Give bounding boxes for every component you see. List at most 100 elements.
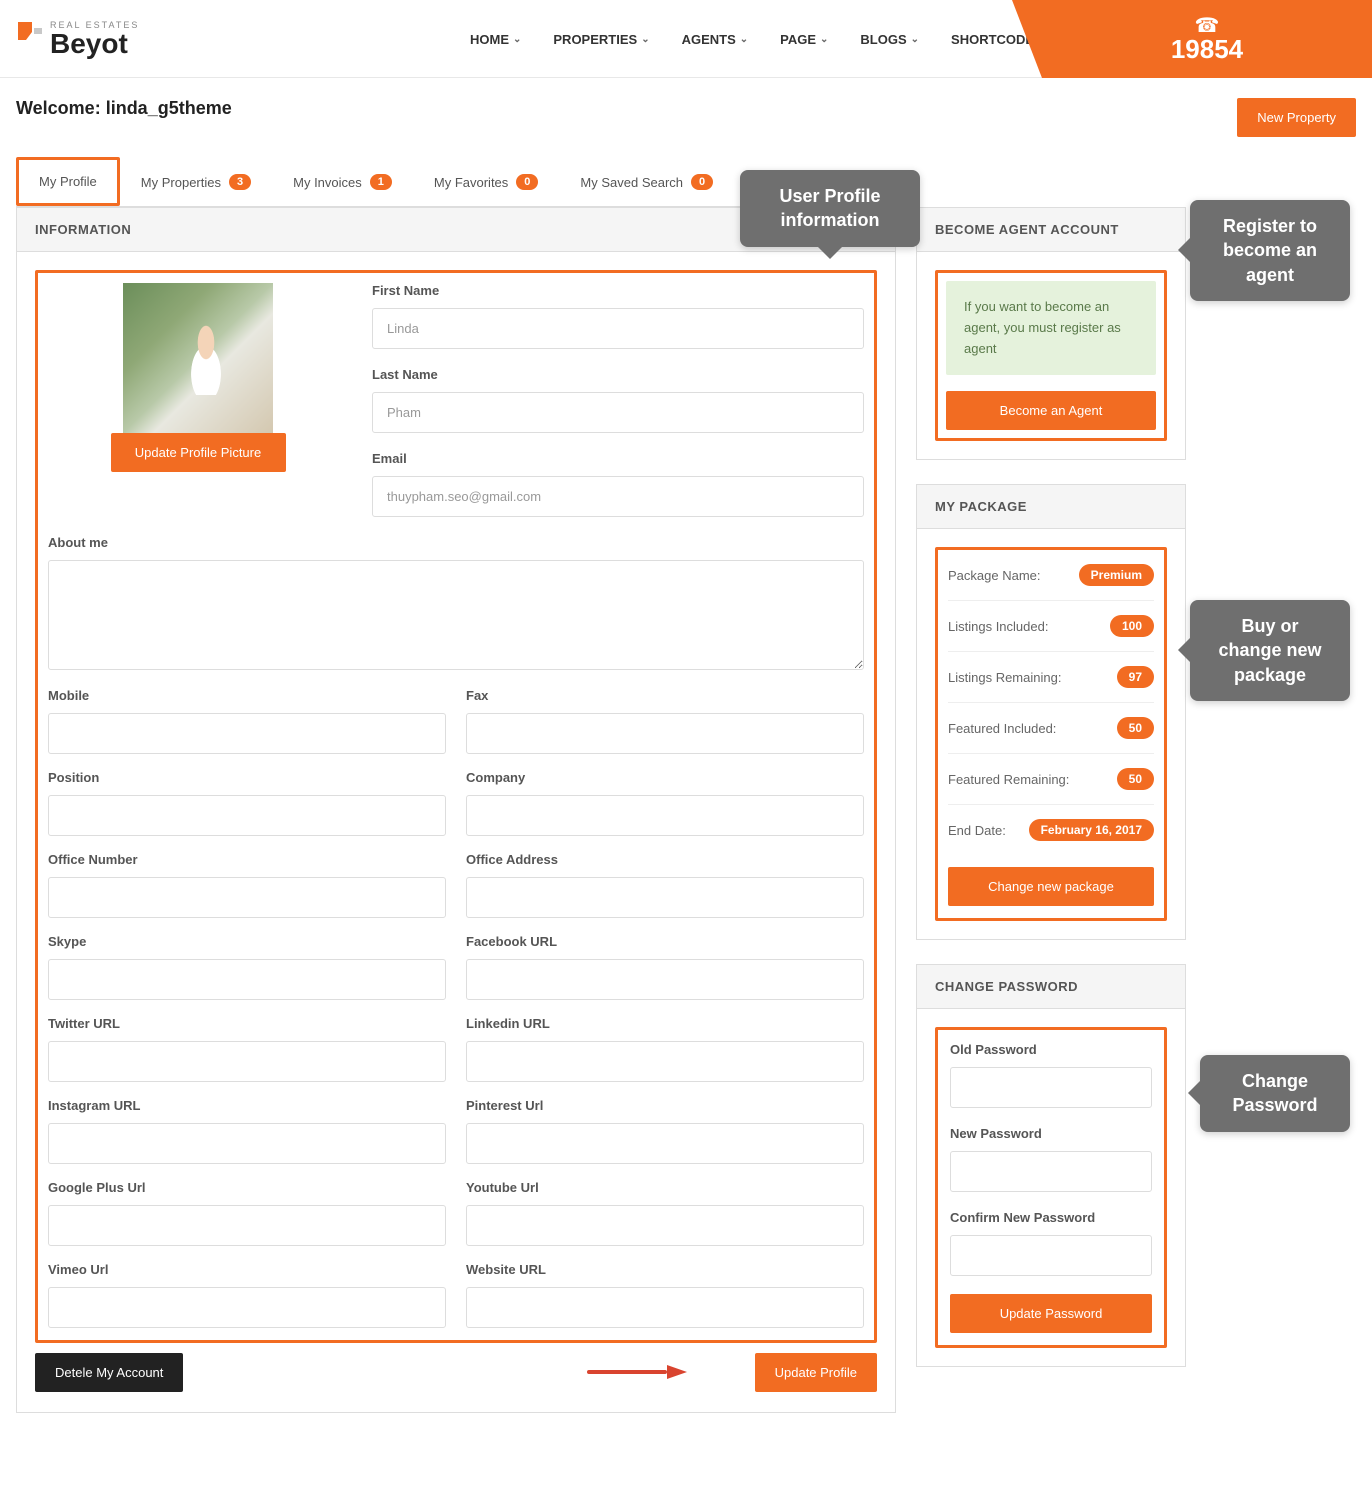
fax-label: Fax (466, 688, 864, 703)
tab-badge: 1 (370, 174, 392, 190)
logo[interactable]: REAL ESTATES Beyot (16, 20, 139, 58)
profile-picture (123, 283, 273, 433)
tab-my-profile[interactable]: My Profile (16, 157, 120, 206)
new-password-label: New Password (950, 1126, 1152, 1141)
mobile-input[interactable] (48, 713, 446, 754)
googleplus-label: Google Plus Url (48, 1180, 446, 1195)
tab-badge: 3 (229, 174, 251, 190)
delete-account-button[interactable]: Detele My Account (35, 1353, 183, 1392)
youtube-input[interactable] (466, 1205, 864, 1246)
linkedin-input[interactable] (466, 1041, 864, 1082)
fax-input[interactable] (466, 713, 864, 754)
update-picture-button[interactable]: Update Profile Picture (111, 433, 286, 472)
agent-alert: If you want to become an agent, you must… (946, 281, 1156, 375)
instagram-input[interactable] (48, 1123, 446, 1164)
website-input[interactable] (466, 1287, 864, 1328)
linkedin-label: Linkedin URL (466, 1016, 864, 1031)
update-password-button[interactable]: Update Password (950, 1294, 1152, 1333)
skype-input[interactable] (48, 959, 446, 1000)
facebook-input[interactable] (466, 959, 864, 1000)
tab-my-invoices[interactable]: My Invoices1 (272, 157, 413, 206)
first-name-input[interactable] (372, 308, 864, 349)
position-label: Position (48, 770, 446, 785)
new-password-input[interactable] (950, 1151, 1152, 1192)
chevron-down-icon: ⌄ (513, 34, 521, 45)
pkg-value: 100 (1110, 615, 1154, 637)
tab-badge: 0 (691, 174, 713, 190)
package-panel: MY PACKAGE Package Name: Premium Listing… (916, 484, 1186, 940)
phone-banner[interactable]: ☎ 19854 (1042, 0, 1372, 78)
pkg-row-featured-included: Featured Included: 50 (948, 703, 1154, 754)
tab-badge: 0 (516, 174, 538, 190)
confirm-password-input[interactable] (950, 1235, 1152, 1276)
chevron-down-icon: ⌄ (641, 34, 649, 45)
nav-page[interactable]: PAGE⌄ (780, 32, 828, 47)
agent-panel: BECOME AGENT ACCOUNT If you want to beco… (916, 207, 1186, 460)
chevron-down-icon: ⌄ (740, 34, 748, 45)
pinterest-input[interactable] (466, 1123, 864, 1164)
nav-properties[interactable]: PROPERTIES⌄ (553, 32, 649, 47)
chevron-down-icon: ⌄ (911, 34, 919, 45)
new-property-button[interactable]: New Property (1237, 98, 1356, 137)
information-panel: INFORMATION Update Profile Picture (16, 207, 896, 1413)
twitter-input[interactable] (48, 1041, 446, 1082)
googleplus-input[interactable] (48, 1205, 446, 1246)
first-name-label: First Name (372, 283, 864, 298)
header: REAL ESTATES Beyot HOME⌄ PROPERTIES⌄ AGE… (0, 0, 1372, 78)
become-agent-button[interactable]: Become an Agent (946, 391, 1156, 430)
instagram-label: Instagram URL (48, 1098, 446, 1113)
about-textarea[interactable] (48, 560, 864, 670)
nav-blogs[interactable]: BLOGS⌄ (860, 32, 919, 47)
tab-my-properties[interactable]: My Properties3 (120, 157, 272, 206)
pkg-value: February 16, 2017 (1029, 819, 1154, 841)
youtube-label: Youtube Url (466, 1180, 864, 1195)
office-number-label: Office Number (48, 852, 446, 867)
old-password-input[interactable] (950, 1067, 1152, 1108)
pkg-row-listings-remaining: Listings Remaining: 97 (948, 652, 1154, 703)
tab-my-saved-search[interactable]: My Saved Search0 (559, 157, 734, 206)
logo-icon (16, 20, 44, 54)
nav-home[interactable]: HOME⌄ (470, 32, 521, 47)
welcome-heading: Welcome: linda_g5theme (16, 98, 232, 119)
last-name-label: Last Name (372, 367, 864, 382)
office-number-input[interactable] (48, 877, 446, 918)
mobile-label: Mobile (48, 688, 446, 703)
arrow-icon (587, 1365, 687, 1379)
panel-title: MY PACKAGE (917, 485, 1185, 529)
office-address-input[interactable] (466, 877, 864, 918)
company-input[interactable] (466, 795, 864, 836)
position-input[interactable] (48, 795, 446, 836)
pkg-row-featured-remaining: Featured Remaining: 50 (948, 754, 1154, 805)
pkg-row-name: Package Name: Premium (948, 550, 1154, 601)
callout-package: Buy or change new package (1190, 600, 1350, 701)
pkg-value: Premium (1079, 564, 1154, 586)
facebook-label: Facebook URL (466, 934, 864, 949)
nav-agents[interactable]: AGENTS⌄ (682, 32, 749, 47)
office-address-label: Office Address (466, 852, 864, 867)
confirm-password-label: Confirm New Password (950, 1210, 1152, 1225)
email-label: Email (372, 451, 864, 466)
email-input[interactable] (372, 476, 864, 517)
tab-my-favorites[interactable]: My Favorites0 (413, 157, 560, 206)
pkg-value: 50 (1117, 768, 1154, 790)
change-package-button[interactable]: Change new package (948, 867, 1154, 906)
password-panel: CHANGE PASSWORD Old Password New Passwor… (916, 964, 1186, 1367)
main-nav: HOME⌄ PROPERTIES⌄ AGENTS⌄ PAGE⌄ BLOGS⌄ S… (470, 0, 1047, 78)
pkg-value: 50 (1117, 717, 1154, 739)
vimeo-label: Vimeo Url (48, 1262, 446, 1277)
old-password-label: Old Password (950, 1042, 1152, 1057)
skype-label: Skype (48, 934, 446, 949)
vimeo-input[interactable] (48, 1287, 446, 1328)
panel-title: BECOME AGENT ACCOUNT (917, 208, 1185, 252)
twitter-label: Twitter URL (48, 1016, 446, 1031)
website-label: Website URL (466, 1262, 864, 1277)
last-name-input[interactable] (372, 392, 864, 433)
chevron-down-icon: ⌄ (820, 34, 828, 45)
callout-agent: Register to become an agent (1190, 200, 1350, 301)
company-label: Company (466, 770, 864, 785)
callout-profile: User Profile information (740, 170, 920, 247)
callout-password: Change Password (1200, 1055, 1350, 1132)
update-profile-button[interactable]: Update Profile (755, 1353, 877, 1392)
phone-number: 19854 (1171, 34, 1243, 65)
pkg-value: 97 (1117, 666, 1154, 688)
